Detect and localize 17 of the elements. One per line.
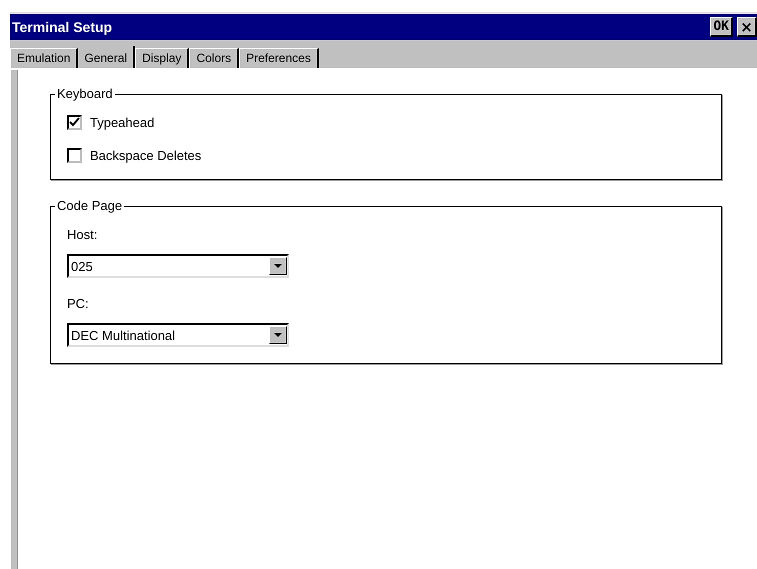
ok-button[interactable]: OK [710,17,733,37]
group-title: Code Page [55,198,124,214]
tab[interactable]: Display [135,48,190,68]
dropdown[interactable]: 025 [67,254,289,278]
tab[interactable]: Colors [189,48,240,68]
tab[interactable]: Emulation [10,48,78,68]
checkbox[interactable] [67,148,82,163]
window-title: Terminal Setup [12,19,114,35]
checkbox-label: Typeahead [90,115,154,130]
checkbox[interactable] [67,115,82,130]
field-label: Host: [67,227,98,242]
close-button[interactable]: × [737,17,757,37]
tab[interactable]: Preferences [239,48,319,68]
checkbox-label: Backspace Deletes [90,148,202,163]
field-label: PC: [67,296,90,311]
dropdown[interactable]: DEC Multinational [67,323,289,347]
group-title: Keyboard [55,86,115,102]
